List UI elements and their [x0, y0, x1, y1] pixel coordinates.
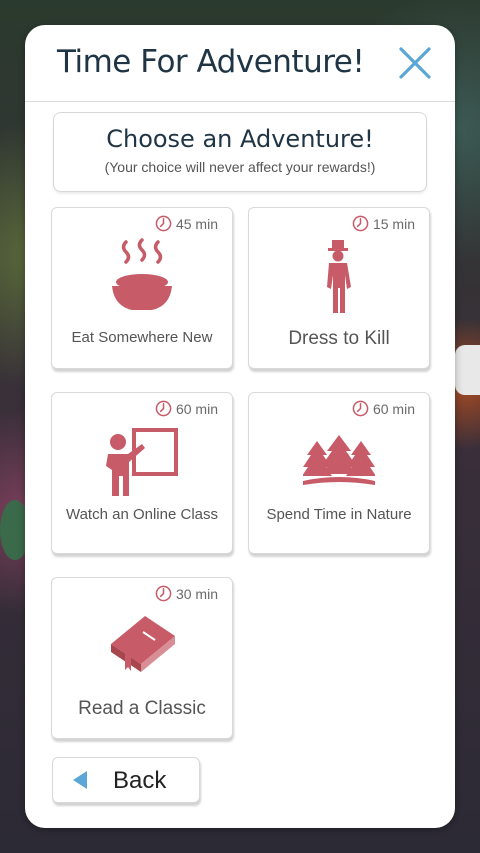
- adventure-label: Read a Classic: [78, 698, 206, 719]
- adventure-card-read[interactable]: 30 min Read a Classic: [51, 577, 233, 739]
- duration-text: 15 min: [372, 215, 415, 232]
- dialog-title: Time For Adventure!: [57, 44, 365, 80]
- duration-text: 45 min: [175, 215, 218, 232]
- duration-text: 30 min: [175, 585, 218, 602]
- duration: 15 min: [352, 215, 415, 232]
- book-icon: [111, 616, 175, 672]
- adventure-label: Watch an Online Class: [65, 506, 218, 523]
- back-button[interactable]: Back: [52, 757, 200, 803]
- duration-text: 60 min: [372, 400, 415, 417]
- adventure-card-dress[interactable]: 15 min Dress to Kill: [248, 207, 430, 369]
- gentleman-icon: [327, 240, 351, 313]
- close-icon[interactable]: [397, 45, 433, 81]
- back-label: Back: [113, 767, 167, 794]
- clock-icon: [155, 215, 172, 232]
- clock-icon: [155, 400, 172, 417]
- food-bowl-icon: [112, 238, 172, 310]
- choose-adventure-banner: Choose an Adventure! (Your choice will n…: [53, 112, 427, 192]
- adventure-label: Dress to Kill: [288, 328, 390, 349]
- choose-heading: Choose an Adventure!: [106, 125, 374, 153]
- adventure-card-nature[interactable]: 60 min Spend Time in Nature: [248, 392, 430, 554]
- duration: 60 min: [352, 400, 415, 417]
- adventure-label: Spend Time in Nature: [266, 506, 412, 523]
- adventure-dialog: Time For Adventure! Choose an Adventure!…: [25, 25, 455, 828]
- clock-icon: [155, 585, 172, 602]
- duration: 45 min: [155, 215, 218, 232]
- trees-icon: [303, 435, 375, 485]
- adventure-card-class[interactable]: 60 min Watch an Online Class: [51, 392, 233, 554]
- duration: 60 min: [155, 400, 218, 417]
- background-decoration: [455, 345, 480, 395]
- dialog-header: Time For Adventure!: [25, 25, 455, 102]
- back-arrow-icon: [73, 771, 87, 789]
- adventure-label: Eat Somewhere New: [71, 329, 213, 346]
- choose-subtitle: (Your choice will never affect your rewa…: [104, 159, 376, 175]
- clock-icon: [352, 215, 369, 232]
- duration: 30 min: [155, 585, 218, 602]
- adventure-card-eat[interactable]: 45 min Eat Somewhere New: [51, 207, 233, 369]
- clock-icon: [352, 400, 369, 417]
- teacher-board-icon: [106, 428, 178, 496]
- duration-text: 60 min: [175, 400, 218, 417]
